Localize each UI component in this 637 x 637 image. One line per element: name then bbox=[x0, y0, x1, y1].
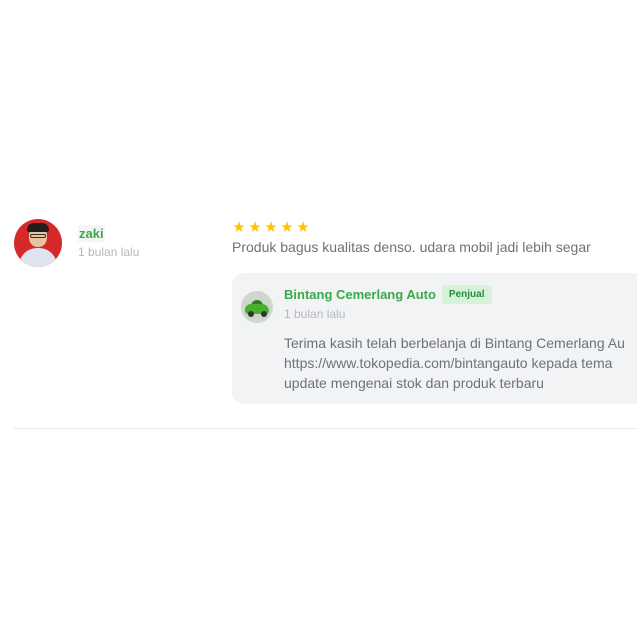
car-wheel bbox=[248, 311, 254, 317]
avatar-shirt bbox=[19, 248, 57, 267]
reviewer-block: zaki 1 bulan lalu bbox=[14, 219, 139, 267]
star-rating: ★ ★ ★ ★ ★ bbox=[232, 219, 591, 236]
reply-line: update mengenai stok dan produk terbaru bbox=[284, 375, 544, 391]
star-icon: ★ bbox=[264, 219, 278, 236]
reviewer-avatar[interactable] bbox=[14, 219, 62, 267]
divider bbox=[14, 428, 637, 429]
car-wheel bbox=[261, 311, 267, 317]
avatar-glasses bbox=[30, 234, 46, 238]
star-icon: ★ bbox=[232, 219, 246, 236]
reviewer-name[interactable]: zaki bbox=[78, 225, 105, 242]
reply-line: https://www.tokopedia.com/bintangauto ke… bbox=[284, 355, 613, 371]
review-content: ★ ★ ★ ★ ★ Produk bagus kualitas denso. u… bbox=[232, 219, 591, 255]
reviewer-time: 1 bulan lalu bbox=[78, 245, 140, 259]
seller-header: Bintang Cemerlang Auto Penjual bbox=[284, 285, 492, 304]
seller-reply: Bintang Cemerlang Auto Penjual 1 bulan l… bbox=[232, 273, 637, 404]
reviewer-meta: zaki 1 bulan lalu bbox=[78, 225, 139, 259]
seller-time: 1 bulan lalu bbox=[284, 307, 346, 321]
reply-line: Terima kasih telah berbelanja di Bintang… bbox=[284, 335, 625, 351]
reply-text: Terima kasih telah berbelanja di Bintang… bbox=[284, 333, 637, 393]
star-icon: ★ bbox=[296, 219, 310, 236]
review-page: zaki 1 bulan lalu ★ ★ ★ ★ ★ Produk bagus… bbox=[0, 0, 637, 637]
seller-badge: Penjual bbox=[441, 285, 492, 304]
review-text: Produk bagus kualitas denso. udara mobil… bbox=[232, 239, 591, 255]
star-icon: ★ bbox=[248, 219, 262, 236]
seller-name[interactable]: Bintang Cemerlang Auto bbox=[284, 287, 436, 302]
star-icon: ★ bbox=[280, 219, 294, 236]
seller-avatar[interactable] bbox=[241, 291, 273, 323]
avatar-hair bbox=[27, 223, 49, 232]
